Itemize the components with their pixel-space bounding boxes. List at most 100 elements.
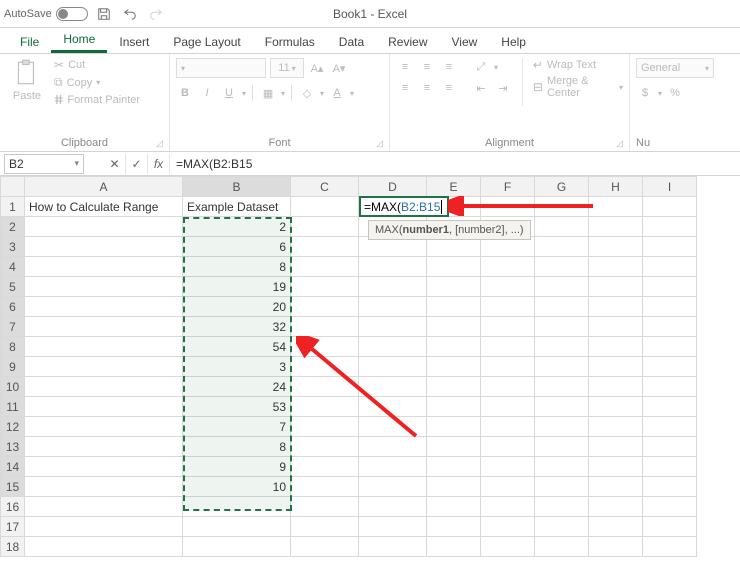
cell[interactable] (589, 537, 643, 557)
cell[interactable] (25, 317, 183, 337)
cell[interactable] (291, 237, 359, 257)
tab-data[interactable]: Data (327, 31, 376, 53)
cell[interactable] (359, 457, 427, 477)
cell[interactable] (535, 537, 589, 557)
cell[interactable]: 7 (183, 417, 291, 437)
tab-home[interactable]: Home (51, 28, 107, 53)
cell[interactable] (481, 497, 535, 517)
row-header[interactable]: 17 (1, 517, 25, 537)
cell[interactable]: 9 (183, 457, 291, 477)
row-header[interactable]: 12 (1, 417, 25, 437)
cell[interactable] (25, 437, 183, 457)
cell[interactable] (291, 357, 359, 377)
tab-file[interactable]: File (8, 31, 51, 53)
cell[interactable] (589, 377, 643, 397)
cell[interactable] (291, 337, 359, 357)
cell[interactable] (359, 397, 427, 417)
cell[interactable] (535, 317, 589, 337)
cell[interactable] (589, 237, 643, 257)
row-header[interactable]: 14 (1, 457, 25, 477)
cell[interactable] (535, 457, 589, 477)
dialog-launcher-icon[interactable]: ◿ (156, 138, 163, 149)
cell-editor[interactable]: =MAX(B2:B15 (359, 196, 449, 217)
cell[interactable] (589, 197, 643, 217)
cell[interactable] (427, 257, 481, 277)
cell[interactable] (359, 497, 427, 517)
row-header[interactable]: 7 (1, 317, 25, 337)
cell[interactable] (589, 477, 643, 497)
cell[interactable] (427, 297, 481, 317)
cell[interactable] (359, 257, 427, 277)
col-header[interactable]: B (183, 177, 291, 197)
cell[interactable] (481, 277, 535, 297)
row-header[interactable]: 1 (1, 197, 25, 217)
cell[interactable]: 19 (183, 277, 291, 297)
tab-formulas[interactable]: Formulas (253, 31, 327, 53)
row-header[interactable]: 11 (1, 397, 25, 417)
cell[interactable] (643, 277, 697, 297)
cell[interactable] (291, 397, 359, 417)
cell[interactable] (535, 437, 589, 457)
dialog-launcher-icon[interactable]: ◿ (376, 138, 383, 149)
cell[interactable] (535, 297, 589, 317)
cell[interactable] (535, 397, 589, 417)
col-header[interactable]: E (427, 177, 481, 197)
redo-icon[interactable] (146, 4, 166, 24)
cell[interactable]: 32 (183, 317, 291, 337)
row-header[interactable]: 13 (1, 437, 25, 457)
undo-icon[interactable] (120, 4, 140, 24)
tab-view[interactable]: View (440, 31, 490, 53)
cell[interactable] (643, 237, 697, 257)
cell[interactable] (427, 417, 481, 437)
cell[interactable] (535, 357, 589, 377)
cell[interactable] (589, 297, 643, 317)
accept-formula-button[interactable]: ✓ (126, 154, 148, 174)
cell[interactable] (25, 397, 183, 417)
cell[interactable] (535, 257, 589, 277)
cell[interactable] (291, 537, 359, 557)
cell[interactable]: Example Dataset (183, 197, 291, 217)
row-header[interactable]: 6 (1, 297, 25, 317)
cell[interactable] (643, 537, 697, 557)
cell[interactable] (427, 497, 481, 517)
row-header[interactable]: 16 (1, 497, 25, 517)
cell[interactable] (25, 497, 183, 517)
cell[interactable] (25, 477, 183, 497)
cell[interactable] (535, 217, 589, 237)
cell[interactable]: 8 (183, 437, 291, 457)
align-left-icon[interactable]: ≡ (396, 79, 414, 97)
tab-help[interactable]: Help (489, 31, 538, 53)
cell[interactable] (535, 517, 589, 537)
cell[interactable] (481, 517, 535, 537)
font-size-combo[interactable]: 11▾ (270, 58, 304, 78)
cell[interactable] (535, 197, 589, 217)
bold-button[interactable]: B (176, 84, 194, 102)
cell[interactable] (25, 257, 183, 277)
increase-indent-icon[interactable]: ⇥ (494, 79, 512, 97)
cell[interactable] (481, 417, 535, 437)
col-header[interactable]: D (359, 177, 427, 197)
cell[interactable] (481, 257, 535, 277)
row-header[interactable]: 2 (1, 217, 25, 237)
cell[interactable] (589, 217, 643, 237)
number-format-combo[interactable]: General▾ (636, 58, 714, 78)
cell[interactable] (589, 457, 643, 477)
cell[interactable] (427, 317, 481, 337)
cell[interactable] (589, 517, 643, 537)
cell[interactable] (291, 517, 359, 537)
cell[interactable] (535, 277, 589, 297)
autosave-toggle[interactable]: AutoSave (4, 7, 88, 21)
cell[interactable] (427, 357, 481, 377)
row-header[interactable]: 9 (1, 357, 25, 377)
cell[interactable] (25, 537, 183, 557)
align-bottom-icon[interactable]: ≡ (440, 58, 458, 76)
cell[interactable] (643, 337, 697, 357)
col-header[interactable]: G (535, 177, 589, 197)
cell[interactable] (643, 417, 697, 437)
tab-page-layout[interactable]: Page Layout (161, 31, 252, 53)
cell[interactable]: 20 (183, 297, 291, 317)
cell[interactable]: 10 (183, 477, 291, 497)
percent-icon[interactable]: % (666, 84, 684, 102)
row-header[interactable]: 8 (1, 337, 25, 357)
cell[interactable]: 3 (183, 357, 291, 377)
